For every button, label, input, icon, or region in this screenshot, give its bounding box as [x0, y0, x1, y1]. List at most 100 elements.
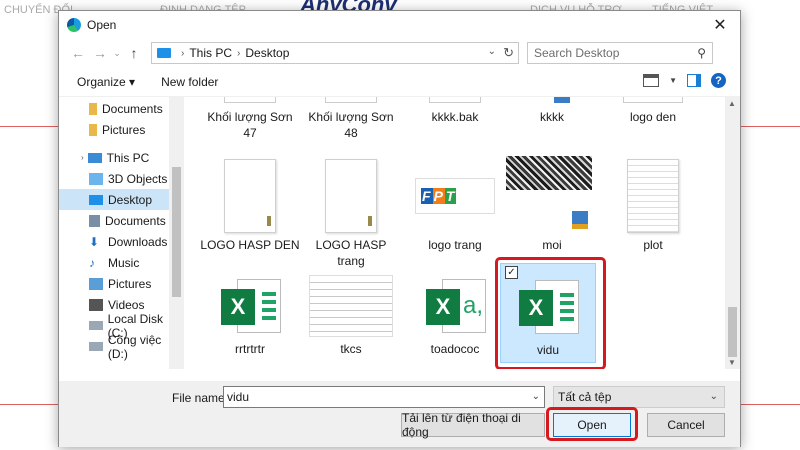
cancel-button[interactable]: Cancel: [647, 413, 725, 437]
search-input[interactable]: Search Desktop ⚲: [527, 42, 713, 64]
search-placeholder: Search Desktop: [534, 46, 620, 60]
nav-item-downloads[interactable]: ⬇ Downloads: [59, 231, 184, 252]
fpt-logo: FPT: [415, 178, 495, 214]
csv-file-icon: a, X: [420, 275, 490, 337]
file-item[interactable]: Khối lượng Sơn 48: [301, 97, 401, 141]
nav-item-label: Pictures: [102, 122, 146, 137]
change-view-icon[interactable]: [643, 74, 660, 87]
file-item[interactable]: LOGO HASP trang: [301, 159, 401, 269]
file-thumbnail: [429, 97, 481, 103]
nav-item-music[interactable]: ♪ Music: [59, 252, 184, 273]
address-bar[interactable]: › This PC › Desktop ⌄ ↻: [151, 42, 519, 64]
nav-scrollbar[interactable]: [169, 97, 184, 369]
view-dropdown-icon[interactable]: ▼: [669, 76, 677, 85]
document-thumbnail: [325, 159, 377, 233]
file-item[interactable]: moi: [502, 156, 602, 253]
videos-icon: [89, 298, 103, 311]
back-arrow-icon[interactable]: ←: [67, 42, 89, 64]
file-name-label: File name:: [172, 391, 229, 405]
nav-item-label: Pictures: [108, 276, 152, 291]
dwg-icon: [572, 211, 588, 229]
file-item[interactable]: X rrtrtrtr: [200, 275, 300, 357]
chevron-down-icon[interactable]: ⌄: [710, 387, 718, 407]
download-icon: ⬇: [89, 234, 100, 249]
refresh-icon[interactable]: ↻: [503, 45, 514, 61]
nav-item-3d-objects[interactable]: 3D Objects: [59, 168, 184, 189]
file-name: Khối lượng Sơn 47: [207, 110, 293, 140]
search-icon: ⚲: [697, 46, 706, 60]
chevron-down-icon[interactable]: ⌄: [488, 46, 496, 57]
nav-scrollbar-thumb[interactable]: [172, 167, 181, 297]
help-icon[interactable]: ?: [711, 73, 726, 88]
nav-item-cong-viec[interactable]: Công việc (D:): [59, 333, 184, 361]
music-icon: ♪: [89, 255, 95, 270]
dialog-body: Documents Pictures › This PC 3D Objects …: [59, 97, 740, 369]
scroll-down-icon[interactable]: ▼: [728, 358, 736, 367]
nav-item-documents[interactable]: Documents: [59, 210, 184, 231]
nav-item-desktop[interactable]: Desktop: [59, 189, 184, 210]
breadcrumb-this-pc[interactable]: This PC: [189, 46, 232, 60]
image-mark: [368, 216, 372, 226]
image-mark: [267, 216, 271, 226]
dialog-title: Open: [87, 18, 117, 32]
chevron-right-icon[interactable]: ›: [81, 153, 84, 162]
breadcrumb-desktop[interactable]: Desktop: [245, 46, 289, 60]
nav-item-pictures[interactable]: Pictures: [59, 273, 184, 294]
file-item[interactable]: plot: [603, 159, 703, 253]
file-name: rrtrtrtr: [235, 342, 265, 356]
breadcrumb-separator-icon[interactable]: ›: [237, 48, 240, 59]
folder-icon: [89, 102, 97, 115]
file-name-value: vidu: [227, 390, 250, 404]
file-thumbnail: [325, 97, 377, 103]
dialog-footer: File name: vidu ⌄ Tất cả tệp ⌄ Tải lên t…: [59, 381, 740, 447]
file-name-input[interactable]: vidu ⌄: [223, 386, 545, 408]
file-item[interactable]: tkcs: [301, 275, 401, 357]
nav-item-this-pc[interactable]: › This PC: [59, 147, 184, 168]
file-name: plot: [643, 238, 663, 252]
file-name: logo trang: [428, 238, 482, 252]
nav-item-label: This PC: [106, 150, 150, 165]
up-arrow-icon[interactable]: ↑: [123, 42, 145, 64]
file-name: LOGO HASP DEN: [200, 238, 300, 252]
nav-item-label: Downloads: [108, 234, 168, 249]
preview-pane-icon[interactable]: [687, 74, 701, 87]
file-type-select[interactable]: Tất cả tệp ⌄: [553, 386, 725, 408]
new-folder-button[interactable]: New folder: [161, 75, 218, 89]
open-file-dialog: Open ✕ ← → ⌄ ↑ › This PC › Desktop ⌄ ↻ S…: [58, 10, 741, 447]
file-item[interactable]: kkkk.bak: [405, 97, 505, 125]
cube-icon: [89, 172, 103, 185]
file-item[interactable]: LOGO HASP DEN: [200, 159, 300, 253]
address-row: ← → ⌄ ↑ › This PC › Desktop ⌄ ↻ Search D…: [59, 39, 740, 67]
nav-item-label: Desktop: [108, 192, 153, 207]
nav-item-documents[interactable]: Documents: [59, 98, 184, 119]
breadcrumb-separator-icon[interactable]: ›: [181, 48, 184, 59]
red-highlight-box: [546, 407, 638, 441]
scrollbar-thumb[interactable]: [728, 307, 737, 357]
file-name: tkcs: [340, 342, 362, 356]
file-name: LOGO HASP trang: [315, 238, 387, 268]
file-list: Khối lượng Sơn 47 Khối lượng Sơn 48 kkkk…: [184, 97, 725, 369]
close-icon[interactable]: ✕: [700, 11, 740, 39]
drive-icon: [89, 342, 103, 351]
file-item[interactable]: kkkk: [502, 97, 602, 125]
computer-icon: [157, 48, 171, 58]
file-list-scrollbar[interactable]: ▲ ▼: [725, 97, 740, 369]
organize-button[interactable]: Organize ▾: [77, 75, 135, 89]
chevron-down-icon[interactable]: ⌄: [532, 387, 540, 407]
file-item[interactable]: a, X toadococ: [405, 275, 505, 357]
nav-item-label: Videos: [108, 297, 145, 312]
nav-item-label: 3D Objects: [108, 171, 168, 186]
dialog-titlebar: Open ✕: [59, 11, 740, 39]
forward-arrow-icon[interactable]: →: [89, 42, 111, 64]
scroll-up-icon[interactable]: ▲: [728, 99, 736, 108]
file-item[interactable]: Khối lượng Sơn 47: [200, 97, 300, 141]
command-bar: Organize ▾ New folder ▼ ?: [59, 67, 740, 97]
nav-item-label: Documents: [105, 213, 166, 228]
file-item[interactable]: FPT logo trang: [405, 159, 505, 253]
upload-from-phone-button[interactable]: Tải lên từ điện thoại di động: [401, 411, 545, 439]
nav-item-pictures[interactable]: Pictures: [59, 119, 184, 140]
pictures-icon: [89, 277, 103, 290]
recent-dropdown-icon[interactable]: ⌄: [111, 42, 123, 64]
file-item[interactable]: logo den: [603, 97, 703, 125]
edge-app-icon: [67, 18, 81, 32]
